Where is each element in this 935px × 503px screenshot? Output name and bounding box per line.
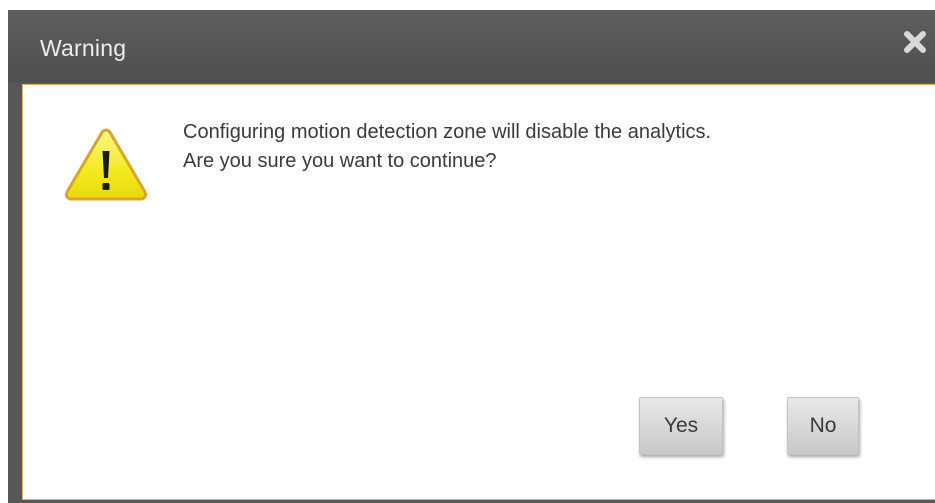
yes-button[interactable]: Yes — [639, 397, 723, 455]
close-icon — [904, 31, 926, 53]
message-line: Are you sure you want to continue? — [183, 150, 497, 172]
dialog-message: Configuring motion detection zone will d… — [183, 118, 923, 176]
dialog-title: Warning — [40, 35, 127, 61]
warning-triangle-icon — [64, 128, 148, 201]
dialog-titlebar[interactable]: Warning — [8, 10, 935, 82]
message-line: Configuring motion detection zone will d… — [183, 121, 712, 143]
dialog-body: Configuring motion detection zone will d… — [22, 84, 935, 500]
warning-dialog: Warning Configuring motion detection zon… — [8, 10, 935, 503]
close-button[interactable] — [899, 26, 931, 58]
no-button[interactable]: No — [787, 397, 859, 455]
